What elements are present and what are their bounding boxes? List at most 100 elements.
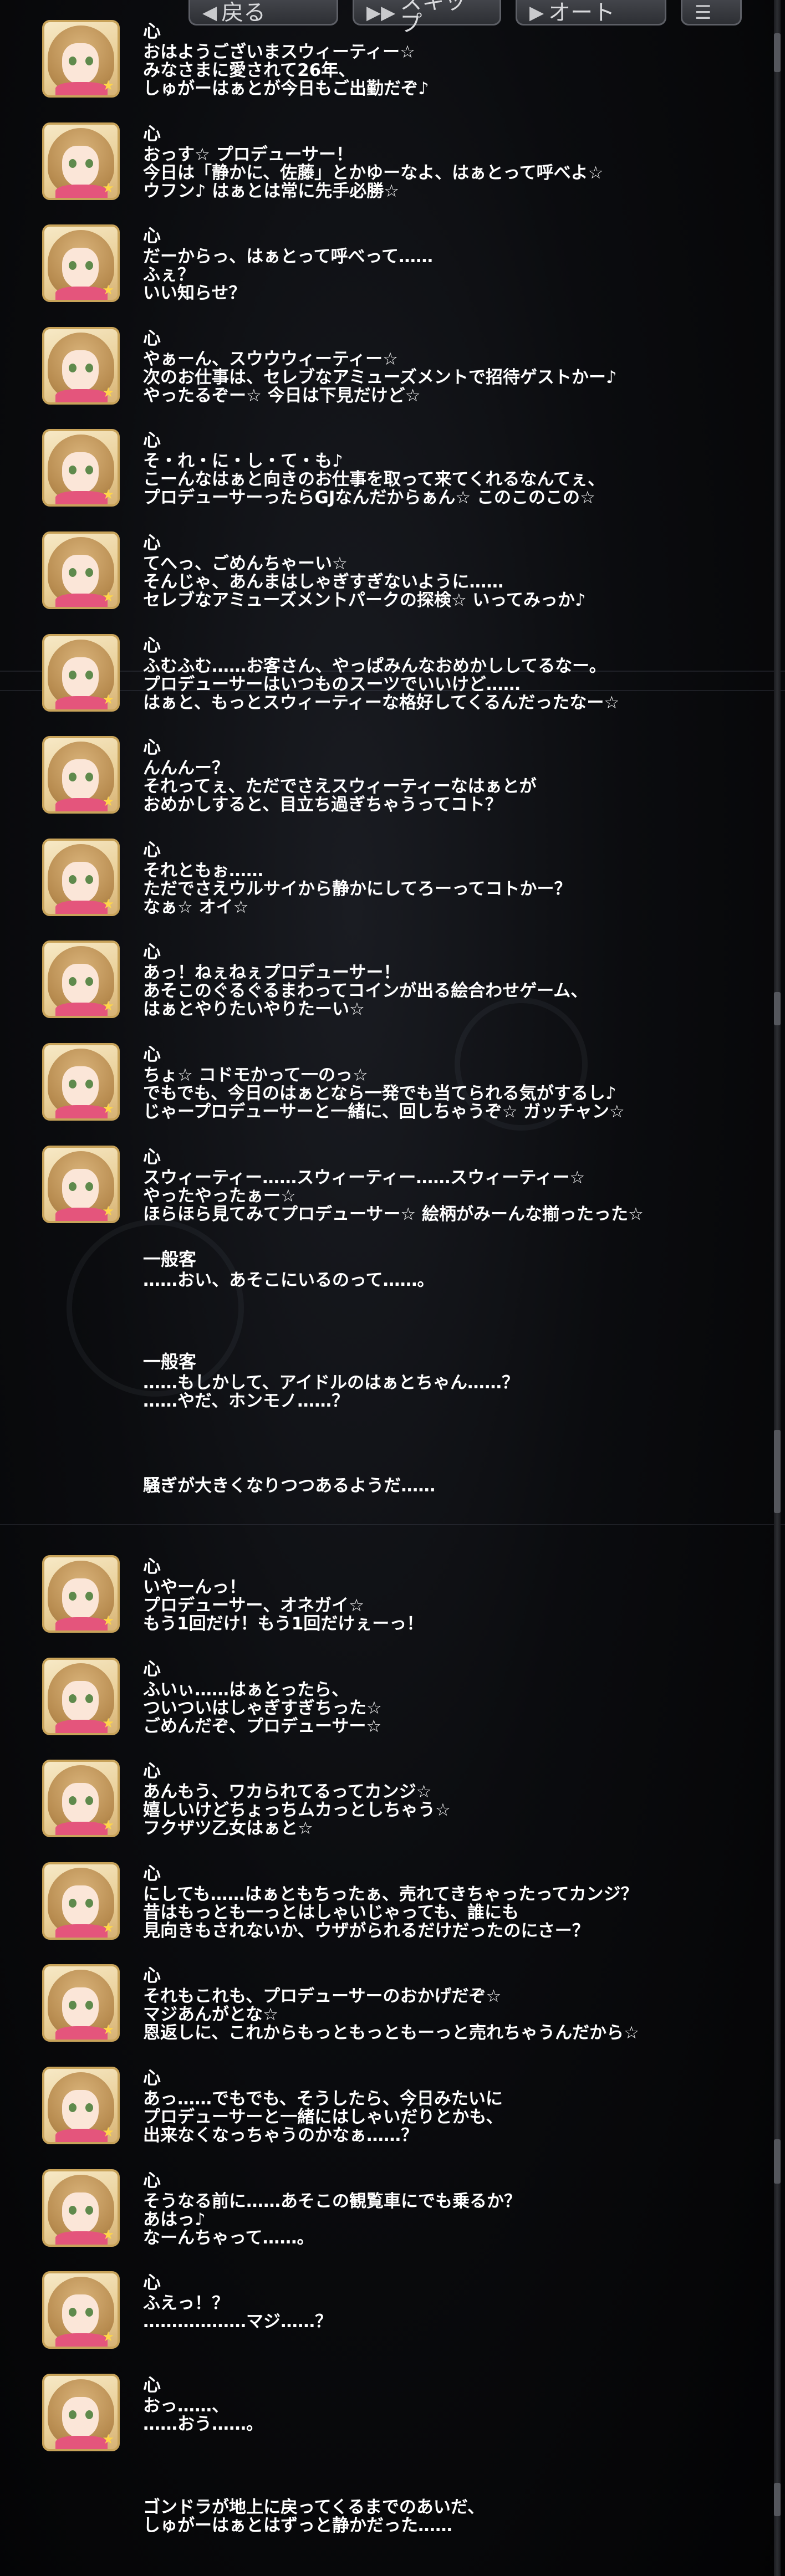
dialogue-line: ふぇ？ bbox=[143, 265, 195, 285]
idol-portrait-icon: ★ bbox=[42, 1043, 120, 1121]
avatar-eye bbox=[69, 875, 77, 884]
dialogue-line: フクザツ乙女はぁと☆ bbox=[143, 1818, 313, 1839]
dialogue-line: おはようございまスウィーティー☆ bbox=[143, 42, 415, 62]
avatar-face bbox=[62, 759, 99, 801]
dialogue-line: それともぉ…… bbox=[143, 860, 263, 881]
dialogue-line: あんもう、ワカられてるってカンジ☆ bbox=[143, 1782, 432, 1802]
avatar-outfit bbox=[55, 2435, 108, 2449]
dialogue-line: ほらほら見てみてプロデューサー☆ 絵柄がみーんな揃ったった☆ bbox=[143, 1204, 644, 1224]
dialogue-line: おっ……、 bbox=[143, 2395, 229, 2416]
avatar-eye bbox=[85, 159, 93, 168]
dialogue-text: いやーんっ！ プロデューサー、オネガイ☆ もう1回だけ！もう1回だけぇーっ！ bbox=[143, 1578, 424, 1633]
avatar-eye bbox=[69, 1694, 77, 1703]
star-icon: ★ bbox=[102, 487, 114, 503]
avatar-outfit bbox=[55, 594, 108, 607]
dialogue-line: なぁ☆ オイ☆ bbox=[143, 897, 249, 917]
star-icon: ★ bbox=[102, 691, 114, 707]
dialogue-text: あっ……でもでも、そうしたら、今日みたいに プロデューサーと一緒にはしゃいだりとか… bbox=[143, 2090, 503, 2145]
dialogue-line: こーんなはぁと向きのお仕事を取って来てくれるなんてぇ、 bbox=[143, 469, 605, 490]
dialogue-text: やぁーん、スウウウィーティー☆ 次のお仕事は、セレブなアミューズメントで招待ゲスト… bbox=[143, 350, 617, 405]
scrollbar-thumb[interactable] bbox=[774, 33, 781, 72]
dialogue-text: そ・れ・に・し・て・も♪ こーんなはぁと向きのお仕事を取って来てくれるなんてぇ、プ… bbox=[143, 452, 605, 507]
avatar-eye bbox=[69, 57, 77, 65]
avatar-face bbox=[62, 1168, 99, 1210]
avatar-eye bbox=[85, 1694, 93, 1703]
dialogue-text: おっ……、 ……おう……。 bbox=[143, 2395, 263, 2434]
star-icon: ★ bbox=[102, 1203, 114, 1219]
dialogue-line: はぁと、もっとスウィーティーな格好してくるんだったなー☆ bbox=[143, 692, 620, 713]
avatar-outfit bbox=[55, 2129, 108, 2142]
avatar-face bbox=[62, 1987, 99, 2029]
speaker-name: 心 bbox=[143, 1760, 161, 1782]
avatar-outfit bbox=[55, 1003, 108, 1016]
avatar-face bbox=[62, 555, 99, 596]
dialogue-line: あそこのぐるぐるまわってコインが出る絵合わせゲーム、 bbox=[143, 981, 588, 1001]
star-icon: ★ bbox=[102, 1919, 114, 1935]
avatar-outfit bbox=[55, 2026, 108, 2040]
speaker-name: 心 bbox=[143, 2374, 161, 2395]
avatar-outfit bbox=[55, 798, 108, 812]
dialogue-line: みなさまに愛されて26年、 bbox=[143, 60, 356, 80]
dialogue-line: あっ！ねぇねぇプロデューサー！ bbox=[143, 963, 401, 983]
speaker-name: 心 bbox=[143, 2272, 161, 2293]
avatar-face bbox=[62, 2294, 99, 2336]
back-label: 戻る bbox=[221, 0, 266, 25]
scrollbar-marker bbox=[774, 992, 781, 1025]
dialogue-line: ついついはしゃぎすぎちった☆ bbox=[143, 1698, 382, 1718]
speaker-name: 心 bbox=[143, 839, 161, 860]
dialogue-line: おっす☆ プロデューサー！ bbox=[143, 144, 353, 165]
star-icon: ★ bbox=[102, 384, 114, 400]
dialogue-text: ちょ☆ コドモかって一のっ☆ でもでも、今日のはぁとなら一発でも当てられる気がする… bbox=[143, 1066, 625, 1121]
dialogue-line: 昔はもっとも一っとはしゃいじゃっても、誰にも bbox=[143, 1902, 519, 1923]
dialogue-line: にしても……はぁともちったぁ、売れてきちゃったってカンジ？ bbox=[143, 1884, 638, 1904]
idol-portrait-icon: ★ bbox=[42, 20, 120, 98]
dialogue-line: プロデューサーと一緒にはしゃいだりとかも、 bbox=[143, 2107, 503, 2127]
dialogue-line: プロデューサーったらGJなんだからぁん☆ このこのこの☆ bbox=[143, 488, 595, 508]
dialogue-text: ふむふむ……お客さん、やっぱみんなおめかししてるなー。 プロデューサーはいつものス… bbox=[143, 657, 619, 712]
idol-portrait-icon: ★ bbox=[42, 122, 120, 200]
back-button[interactable]: ◀ 戻る bbox=[188, 0, 338, 25]
avatar-outfit bbox=[55, 2231, 108, 2245]
avatar-eye bbox=[69, 1080, 77, 1088]
avatar-outfit bbox=[55, 82, 108, 95]
star-icon: ★ bbox=[102, 794, 114, 810]
fast-forward-icon: ▶▶ bbox=[366, 2, 396, 24]
dialogue-line: もう1回だけ！もう1回だけぇーっ！ bbox=[143, 1614, 424, 1634]
dialogue-line: それってぇ、ただでさえスウィーティーなはぁとが bbox=[143, 776, 537, 797]
avatar-eye bbox=[69, 568, 77, 577]
dialogue-line: ………………マジ……？ bbox=[143, 2312, 332, 2332]
speaker-name: 心 bbox=[143, 941, 161, 963]
dialogue-line: でもでも、今日のはぁとなら一発でも当てられる気がするし♪ bbox=[143, 1083, 616, 1103]
dialogue-line: 次のお仕事は、セレブなアミューズメントで招待ゲストかー♪ bbox=[143, 367, 617, 387]
avatar-eye bbox=[85, 2205, 93, 2215]
dialogue-line: いい知らせ？ bbox=[143, 283, 246, 304]
auto-button[interactable]: ▶ オート bbox=[516, 0, 666, 25]
scrollbar[interactable] bbox=[774, 0, 781, 2576]
idol-portrait-icon: ★ bbox=[42, 736, 120, 814]
skip-button[interactable]: ▶▶ スキップ bbox=[353, 0, 501, 35]
speaker-name: 心 bbox=[143, 122, 161, 144]
avatar-eye bbox=[69, 1592, 77, 1601]
dialogue-line: ふむふむ……お客さん、やっぱみんなおめかししてるなー。 bbox=[143, 656, 606, 676]
dialogue-line: ……おい、あそこにいるのって……。 bbox=[143, 1270, 435, 1290]
avatar-face bbox=[62, 1578, 99, 1619]
dialogue-line: ……もしかして、アイドルのはぁとちゃん……？ bbox=[143, 1373, 519, 1393]
idol-portrait-icon: ★ bbox=[42, 2169, 120, 2247]
dialogue-text: おっす☆ プロデューサー！ 今日は「静かに、佐藤」とかゆーなよ、はぁとって呼べよ☆… bbox=[143, 144, 603, 201]
dialogue-line: んんんー？ bbox=[143, 758, 229, 779]
avatar-face bbox=[62, 1885, 99, 1926]
star-icon: ★ bbox=[102, 2226, 114, 2242]
avatar-outfit bbox=[55, 1719, 108, 1733]
avatar-face bbox=[62, 964, 99, 1005]
menu-button[interactable]: ☰ bbox=[681, 0, 742, 25]
idol-portrait-icon: ★ bbox=[42, 1862, 120, 1940]
skip-label: スキップ bbox=[400, 0, 467, 37]
dialogue-line: ごめんだぞ、プロデューサー☆ bbox=[143, 1716, 382, 1736]
dialogue-line: それもこれも、プロデューサーのおかげだぞ☆ bbox=[143, 1986, 502, 2007]
speaker-name: 心 bbox=[143, 1146, 161, 1167]
avatar-face bbox=[62, 2192, 99, 2233]
speaker-name: 心 bbox=[143, 2169, 161, 2191]
star-icon: ★ bbox=[102, 1715, 114, 1731]
idol-portrait-icon: ★ bbox=[42, 2067, 120, 2144]
avatar-face bbox=[62, 248, 99, 289]
